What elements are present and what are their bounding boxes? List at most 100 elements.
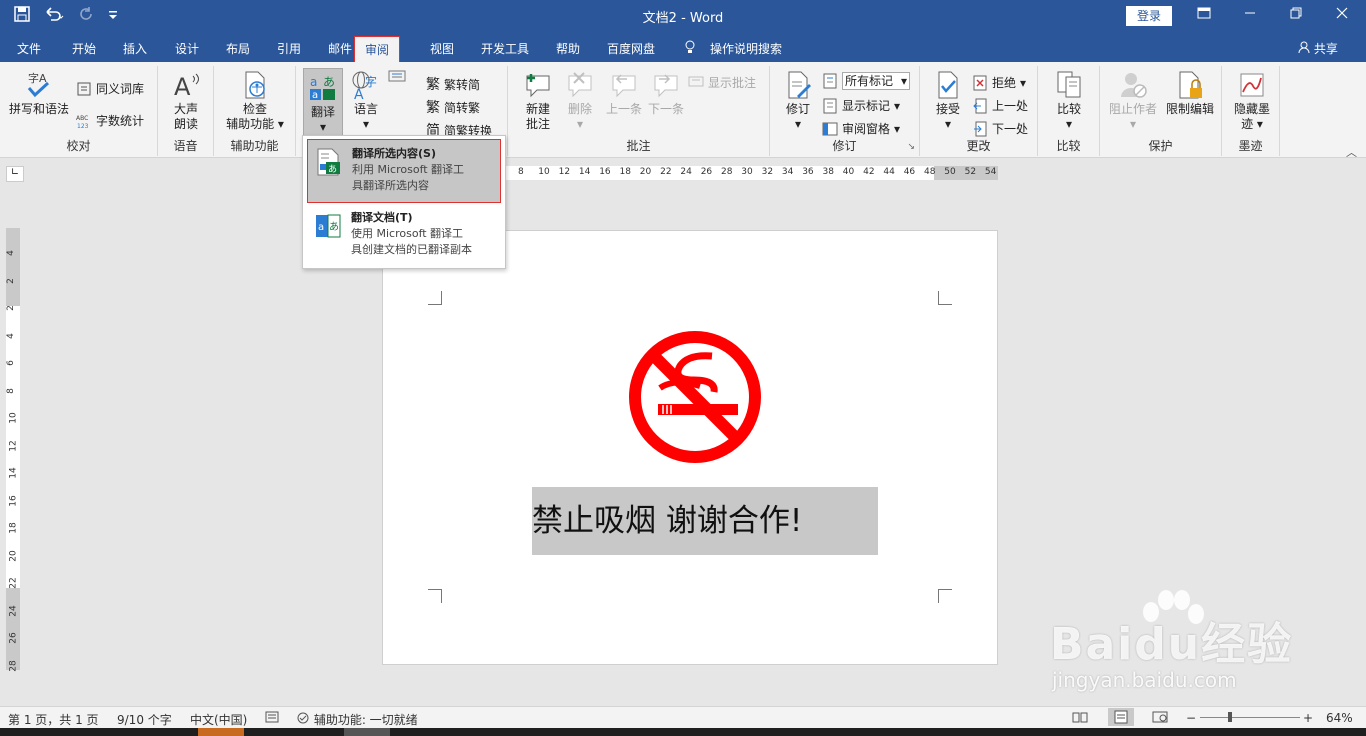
language-button[interactable]: 字A 语言 ▾ (346, 70, 386, 132)
next-change-button[interactable]: 下一处 (972, 120, 1028, 137)
reject-button[interactable]: 拒绝 ▾ (972, 74, 1026, 91)
thesaurus-button[interactable]: 同义词库 (76, 80, 144, 97)
tell-me-search[interactable]: 操作说明搜索 (710, 40, 782, 57)
ruler-tick-label: 6 (5, 360, 16, 366)
save-icon[interactable] (14, 6, 30, 26)
login-button[interactable]: 登录 (1126, 6, 1172, 26)
close-icon[interactable] (1330, 4, 1354, 26)
language-status[interactable]: 中文(中国) (190, 711, 247, 728)
dropdown-caret-icon: ▾ (277, 117, 284, 131)
restrict-editing-icon (1175, 70, 1205, 100)
vertical-ruler[interactable]: 4 2 2 4 6 8 10 12 14 16 18 20 22 24 26 28 (5, 228, 20, 672)
read-mode-icon[interactable] (1072, 711, 1088, 726)
compare-button[interactable]: 比较 ▾ (1049, 70, 1089, 132)
show-comments-button[interactable]: 显示批注 (688, 74, 756, 91)
next-comment-button[interactable]: 下一条 (644, 70, 688, 117)
page-count[interactable]: 第 1 页，共 1 页 (8, 711, 99, 728)
ruler-top-margin (6, 228, 20, 306)
title-bar: 文档2 - Word 登录 (0, 0, 1366, 32)
accessibility-status[interactable]: 辅助功能: 一切就绪 (296, 711, 418, 728)
tab-insert[interactable]: 插入 (123, 40, 147, 57)
markup-view-icon (822, 73, 838, 92)
accept-button[interactable]: 接受 ▾ (928, 70, 968, 132)
compare-icon (1054, 70, 1084, 100)
tab-home[interactable]: 开始 (72, 40, 96, 57)
markup-select[interactable]: 所有标记 ▾ (842, 72, 910, 90)
svg-text:あ: あ (329, 221, 339, 233)
new-comment-label-2: 批注 (525, 117, 550, 131)
ruler-tick-label: 10 (8, 412, 19, 424)
ruler-tick-label: 28 (721, 167, 733, 177)
ribbon-display-icon[interactable] (1192, 4, 1216, 26)
tab-help[interactable]: 帮助 (556, 40, 580, 57)
zoom-slider-thumb[interactable] (1228, 712, 1232, 722)
translate-selection-item[interactable]: あ 翻译所选内容(S) 利用 Microsoft 翻译工 具翻译所选内容 (307, 139, 501, 203)
zoom-level[interactable]: 64% (1326, 711, 1353, 725)
tab-selector[interactable]: ∟ (6, 166, 24, 182)
ruler-tick-label: 28 (8, 659, 19, 672)
translate-document-item[interactable]: aあ 翻译文档(T) 使用 Microsoft 翻译工 具创建文档的已翻译副本 (307, 204, 501, 268)
delete-comment-button[interactable]: 删除 ▾ (560, 70, 600, 132)
taskbar-app-button[interactable] (344, 728, 390, 736)
restrict-editing-button[interactable]: 限制编辑 (1162, 70, 1218, 117)
redo-icon[interactable] (78, 6, 94, 26)
tab-mailings[interactable]: 邮件 (328, 40, 352, 57)
reviewing-pane-button[interactable]: 审阅窗格 ▾ (822, 120, 900, 137)
ruler-tick-label: 2 (5, 305, 16, 311)
word-count-button[interactable]: ABC 123 字数统计 (76, 112, 144, 129)
tab-developer[interactable]: 开发工具 (481, 40, 529, 57)
restore-icon[interactable] (1284, 4, 1308, 26)
ruler-tick-label: 48 (924, 167, 936, 177)
zoom-in-icon[interactable]: + (1303, 711, 1313, 725)
tab-file[interactable]: 文件 (17, 40, 41, 57)
track-changes-button[interactable]: 修订 ▾ (778, 70, 818, 132)
show-markup-caret-icon: ▾ (894, 98, 901, 113)
zoom-out-icon[interactable]: − (1186, 711, 1196, 725)
translate-button[interactable]: aあa 翻译 ▾ (303, 68, 343, 138)
print-layout-icon[interactable] (1108, 708, 1134, 726)
word-count-status[interactable]: 9/10 个字 (117, 711, 172, 728)
hide-ink-button[interactable]: 隐藏墨 迹 ▾ (1228, 70, 1276, 132)
translate-selection-icon: あ (316, 148, 342, 176)
caption-text-selected[interactable]: 禁止吸烟 谢谢合作! (532, 487, 878, 555)
read-aloud-label-1: 大声 (173, 102, 198, 116)
simplified-to-traditional-button[interactable]: 繁 简转繁 (426, 97, 480, 117)
tab-layout[interactable]: 布局 (226, 40, 250, 57)
check-accessibility-button[interactable]: 检查 辅助功能 ▾ (222, 70, 288, 132)
customize-qat-icon[interactable] (108, 6, 118, 26)
traditional-to-simplified-button[interactable]: 繁 繁转简 (426, 74, 480, 94)
undo-icon[interactable] (44, 6, 64, 26)
previous-change-button[interactable]: 上一处 (972, 97, 1028, 114)
macro-record-icon[interactable] (265, 711, 279, 726)
taskbar-app-button[interactable] (198, 728, 244, 736)
no-smoking-sign-image[interactable] (626, 328, 764, 466)
spelling-grammar-button[interactable]: 字A 拼写和语法 (8, 70, 70, 117)
block-authors-button[interactable]: 阻止作者 ▾ (1106, 70, 1160, 132)
language-label: 语言 (353, 102, 378, 116)
translate-document-title: 翻译文档(T) (351, 211, 413, 224)
zoom-slider[interactable] (1200, 712, 1300, 722)
minimize-icon[interactable] (1238, 4, 1262, 26)
dialog-launcher-icon[interactable]: ↘ (907, 142, 915, 152)
read-aloud-button[interactable]: A 大声 朗读 (164, 70, 208, 132)
tab-baidu[interactable]: 百度网盘 (607, 40, 655, 57)
share-button[interactable]: 共享 (1298, 40, 1338, 57)
tab-review[interactable]: 审阅 (354, 36, 401, 62)
group-label-speech: 语音 (173, 139, 198, 153)
translate-selection-desc-2: 具翻译所选内容 (352, 179, 429, 192)
ruler-tick-label: 10 (538, 167, 550, 177)
tab-design[interactable]: 设计 (175, 40, 199, 57)
spelling-grammar-label: 拼写和语法 (8, 102, 69, 116)
document-page[interactable]: 禁止吸烟 谢谢合作! (382, 230, 998, 665)
tab-view[interactable]: 视图 (430, 40, 454, 57)
track-caret-icon: ▾ (794, 117, 802, 131)
tab-references[interactable]: 引用 (277, 40, 301, 57)
crop-mark (938, 291, 952, 305)
read-aloud-label-2: 朗读 (173, 117, 198, 131)
show-markup-button[interactable]: 显示标记 ▾ (822, 97, 900, 114)
web-layout-icon[interactable] (1152, 711, 1168, 726)
new-comment-button[interactable]: 新建 批注 (518, 70, 558, 132)
previous-comment-button[interactable]: 上一条 (602, 70, 646, 117)
translate-selection-title: 翻译所选内容(S) (352, 147, 436, 160)
ruler-tick-label: 22 (660, 167, 672, 177)
